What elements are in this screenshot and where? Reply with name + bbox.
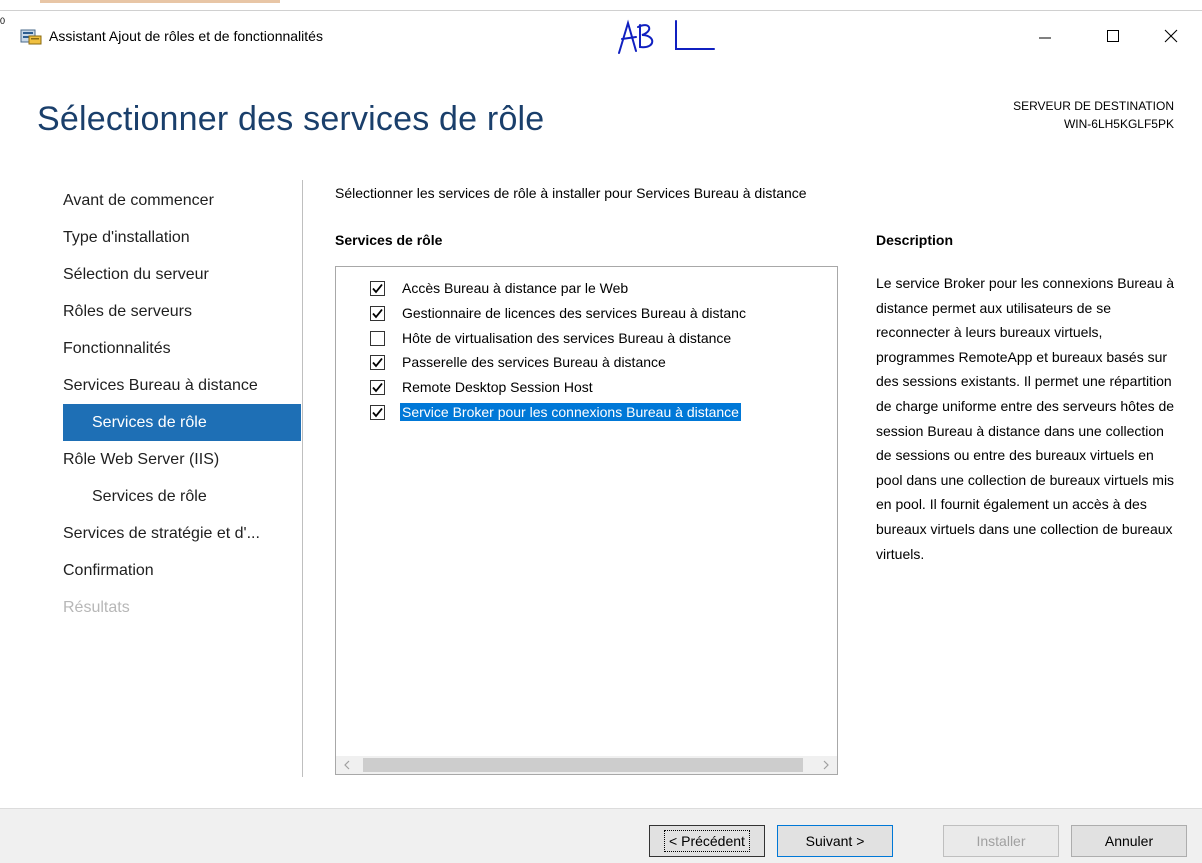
role-services-list[interactable]: Accès Bureau à distance par le Web Gesti… bbox=[335, 266, 838, 775]
cancel-button[interactable]: Annuler bbox=[1071, 825, 1187, 857]
page-title: Sélectionner des services de rôle bbox=[37, 100, 545, 138]
nav-item-iis-role-services[interactable]: Services de rôle bbox=[63, 478, 301, 515]
role-checkbox[interactable] bbox=[370, 354, 385, 370]
nav-item-web-server-role[interactable]: Rôle Web Server (IIS) bbox=[63, 441, 301, 478]
chevron-left-icon bbox=[344, 760, 350, 770]
nav-item-installation-type[interactable]: Type d'installation bbox=[63, 219, 301, 256]
title-bar[interactable]: Assistant Ajout de rôles et de fonctionn… bbox=[0, 11, 1202, 57]
role-item-rd-gateway[interactable]: Passerelle des services Bureau à distanc… bbox=[370, 350, 837, 374]
maximize-button[interactable] bbox=[1090, 19, 1136, 53]
role-item-rd-virtualization-host[interactable]: Hôte de virtualisation des services Bure… bbox=[370, 326, 837, 350]
role-item-rd-web-access[interactable]: Accès Bureau à distance par le Web bbox=[370, 276, 837, 300]
checkmark-icon bbox=[372, 382, 383, 392]
install-button: Installer bbox=[943, 825, 1059, 857]
scroll-thumb[interactable] bbox=[363, 758, 803, 772]
role-item-rd-session-host[interactable]: Remote Desktop Session Host bbox=[370, 375, 837, 399]
role-services-heading: Services de rôle bbox=[335, 232, 443, 248]
horizontal-scrollbar[interactable] bbox=[336, 756, 837, 774]
role-item-rd-connection-broker[interactable]: Service Broker pour les connexions Burea… bbox=[370, 400, 837, 424]
wizard-nav: Avant de commencer Type d'installation S… bbox=[63, 182, 301, 626]
maximize-icon bbox=[1107, 30, 1119, 42]
nav-item-server-selection[interactable]: Sélection du serveur bbox=[63, 256, 301, 293]
role-checkbox[interactable] bbox=[370, 305, 385, 321]
previous-button-label: < Précédent bbox=[664, 830, 750, 852]
role-label: Remote Desktop Session Host bbox=[402, 379, 593, 395]
window-title: Assistant Ajout de rôles et de fonctionn… bbox=[49, 28, 323, 44]
wizard-footer: < Précédent Suivant > Installer Annuler bbox=[0, 808, 1202, 863]
nav-item-confirmation[interactable]: Confirmation bbox=[63, 552, 301, 589]
checkmark-icon bbox=[372, 283, 383, 293]
role-checkbox[interactable] bbox=[370, 379, 385, 395]
previous-button[interactable]: < Précédent bbox=[649, 825, 765, 857]
checkmark-icon bbox=[372, 308, 383, 318]
nav-item-policy-services[interactable]: Services de stratégie et d'... bbox=[63, 515, 301, 552]
role-checkbox[interactable] bbox=[370, 280, 385, 296]
role-description: Le service Broker pour les connexions Bu… bbox=[876, 275, 1175, 562]
server-manager-icon bbox=[20, 27, 42, 45]
role-checkbox[interactable] bbox=[370, 330, 385, 346]
role-label: Gestionnaire de licences des services Bu… bbox=[402, 305, 746, 321]
role-label: Passerelle des services Bureau à distanc… bbox=[402, 354, 666, 370]
nav-item-before-you-begin[interactable]: Avant de commencer bbox=[63, 182, 301, 219]
scroll-left-button[interactable] bbox=[336, 756, 358, 774]
close-button[interactable] bbox=[1148, 19, 1194, 53]
destination-server: SERVEUR DE DESTINATION WIN-6LH5KGLF5PK bbox=[1013, 97, 1174, 133]
minimize-icon bbox=[1039, 37, 1051, 39]
intro-text: Sélectionner les services de rôle à inst… bbox=[335, 185, 807, 201]
nav-item-server-roles[interactable]: Rôles de serveurs bbox=[63, 293, 301, 330]
next-button[interactable]: Suivant > bbox=[777, 825, 893, 857]
destination-label: SERVEUR DE DESTINATION bbox=[1013, 99, 1174, 113]
scroll-right-button[interactable] bbox=[815, 756, 837, 774]
role-label: Service Broker pour les connexions Burea… bbox=[400, 403, 741, 421]
checkmark-icon bbox=[372, 357, 383, 367]
description-heading: Description bbox=[876, 232, 954, 248]
nav-item-rds-role-services[interactable]: Services de rôle bbox=[63, 404, 301, 441]
destination-server-name: WIN-6LH5KGLF5PK bbox=[1063, 117, 1174, 131]
role-item-rd-licensing[interactable]: Gestionnaire de licences des services Bu… bbox=[370, 301, 837, 325]
role-label: Hôte de virtualisation des services Bure… bbox=[402, 330, 732, 346]
minimize-button[interactable] bbox=[1022, 19, 1068, 53]
close-icon bbox=[1164, 29, 1178, 43]
nav-item-results: Résultats bbox=[63, 599, 130, 616]
nav-item-remote-desktop-services[interactable]: Services Bureau à distance bbox=[63, 367, 301, 404]
role-checkbox[interactable] bbox=[370, 404, 385, 420]
role-label: Accès Bureau à distance par le Web bbox=[402, 280, 629, 296]
top-accent bbox=[40, 0, 280, 3]
chevron-right-icon bbox=[823, 760, 829, 770]
checkmark-icon bbox=[372, 407, 383, 417]
handwritten-annotation bbox=[618, 19, 715, 54]
nav-item-features[interactable]: Fonctionnalités bbox=[63, 330, 301, 367]
nav-divider bbox=[302, 180, 303, 777]
